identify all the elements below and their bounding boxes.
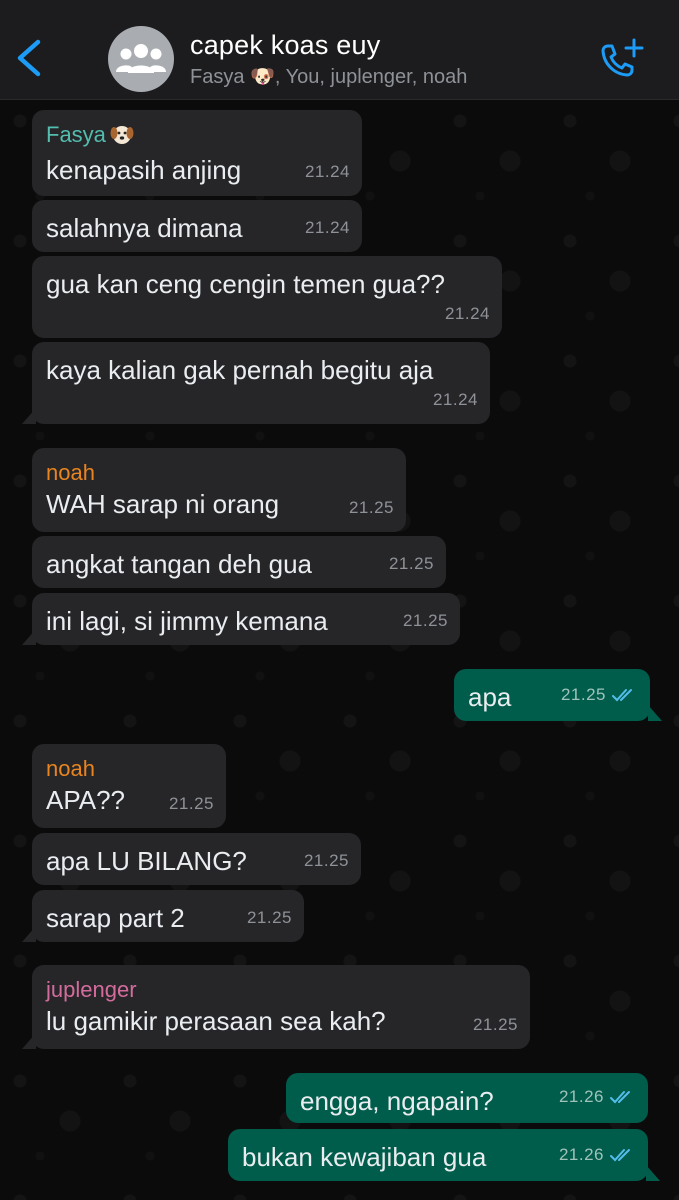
message-time: 21.25 xyxy=(561,679,636,713)
message-bubble[interactable]: angkat tangan deh gua 21.25 xyxy=(32,536,446,588)
sender-name: noah xyxy=(46,756,95,781)
message-time: 21.25 xyxy=(168,794,214,813)
message-time: 21.24 xyxy=(432,390,478,409)
message-text: salahnya dimana xyxy=(46,213,243,243)
message-time: 21.25 xyxy=(388,554,434,573)
message-bubble[interactable]: gua kan ceng cengin temen gua?? 21.24 xyxy=(32,256,502,338)
message-bubble[interactable]: juplenger lu gamikir perasaan sea kah? 2… xyxy=(22,965,530,1049)
message-text: angkat tangan deh gua xyxy=(46,549,313,579)
message-time: 21.24 xyxy=(304,162,350,181)
message-time: 21.25 xyxy=(348,498,394,517)
double-check-icon xyxy=(610,1141,634,1173)
message-time: 21.25 xyxy=(303,851,349,870)
chevron-left-icon xyxy=(17,39,41,77)
back-button[interactable] xyxy=(12,36,48,80)
chat-title[interactable]: capek koas euy xyxy=(190,30,380,61)
message-time: 21.25 xyxy=(246,908,292,927)
message-text: kenapasih anjing xyxy=(46,155,242,185)
group-avatar[interactable] xyxy=(108,26,174,92)
message-list[interactable]: Fasya kenapasih anjing 21.24 salahnya di… xyxy=(0,101,679,1200)
sender-name: juplenger xyxy=(46,977,137,1002)
message-bubble[interactable]: noah WAH sarap ni orang 21.25 xyxy=(32,448,406,532)
message-time: 21.26 xyxy=(559,1081,634,1115)
message-time: 21.24 xyxy=(444,304,490,323)
message-bubble[interactable]: salahnya dimana 21.24 xyxy=(32,200,362,252)
message-text: ini lagi, si jimmy kemana xyxy=(46,606,328,636)
message-bubble[interactable]: engga, ngapain? 21.26 xyxy=(286,1073,648,1123)
message-text: WAH sarap ni orang xyxy=(46,489,280,519)
sender-name: noah xyxy=(46,460,95,485)
double-check-icon xyxy=(612,681,636,713)
message-time: 21.26 xyxy=(559,1139,634,1173)
message-bubble[interactable]: ini lagi, si jimmy kemana 21.25 xyxy=(22,593,460,645)
message-time: 21.24 xyxy=(304,218,350,237)
message-bubble[interactable]: kaya kalian gak pernah begitu aja 21.24 xyxy=(22,342,490,424)
message-time: 21.25 xyxy=(472,1015,518,1034)
message-bubble[interactable]: Fasya kenapasih anjing 21.24 xyxy=(32,110,362,196)
chat-header: capek koas euy Fasya 🐶, You, juplenger, … xyxy=(0,0,679,100)
message-bubble[interactable]: sarap part 2 21.25 xyxy=(22,890,304,942)
message-text: lu gamikir perasaan sea kah? xyxy=(46,1006,386,1036)
message-bubble[interactable]: bukan kewajiban gua 21.26 xyxy=(228,1129,660,1181)
group-icon xyxy=(116,44,166,73)
double-check-icon xyxy=(610,1083,634,1115)
message-text: gua kan ceng cengin temen gua?? xyxy=(46,269,445,299)
message-text: kaya kalian gak pernah begitu aja xyxy=(46,355,434,385)
message-bubble[interactable]: apa 21.25 xyxy=(454,669,662,721)
add-call-button[interactable] xyxy=(598,38,646,80)
message-text: apa LU BILANG? xyxy=(46,846,247,876)
phone-plus-icon xyxy=(601,38,644,77)
message-bubble[interactable]: noah APA?? 21.25 xyxy=(32,744,226,828)
message-time: 21.25 xyxy=(402,611,448,630)
chat-participants[interactable]: Fasya 🐶, You, juplenger, noah xyxy=(190,64,467,89)
sender-name: Fasya xyxy=(46,122,348,152)
message-bubble[interactable]: apa LU BILANG? 21.25 xyxy=(32,833,361,885)
dog-face-icon xyxy=(110,122,134,152)
